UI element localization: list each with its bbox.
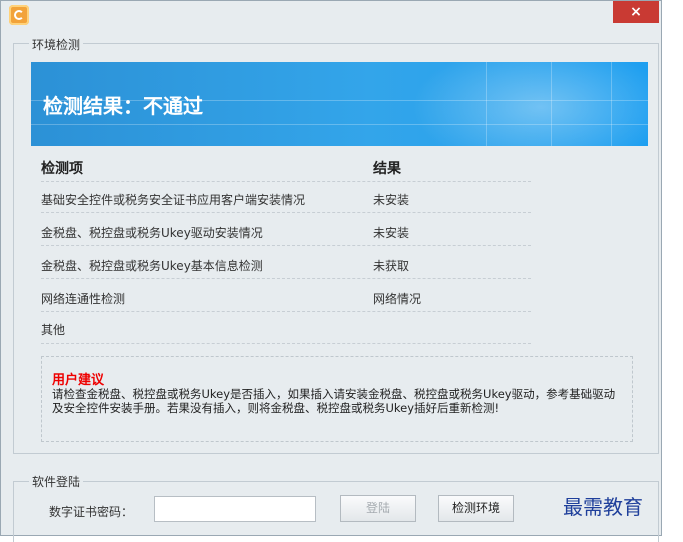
check-result-value: 未安装 <box>373 226 410 240</box>
environment-check-window: × 环境检测 检测结果：不通过 检测项 结果 基础安全控件或税务安全证书应用客户… <box>0 0 662 542</box>
result-banner: 检测结果：不通过 <box>31 62 648 146</box>
row-divider <box>41 311 531 312</box>
row-divider <box>41 181 531 182</box>
suggestion-title: 用户建议 <box>52 373 105 388</box>
row-divider <box>41 278 531 279</box>
certificate-password-input[interactable] <box>154 496 316 522</box>
column-header-item: 检测项 <box>41 161 83 177</box>
suggestion-text: 请检查金税盘、税控盘或税务Ukey是否插入，如果插入请安装金税盘、税控盘或税务U… <box>52 387 616 415</box>
check-result-value: 网络情况 <box>373 292 422 306</box>
check-result-value: 未安装 <box>373 193 410 207</box>
row-divider <box>41 343 531 344</box>
login-legend: 软件登陆 <box>29 473 84 490</box>
row-divider <box>41 212 531 213</box>
env-check-legend: 环境检测 <box>29 36 84 53</box>
title-bar: × <box>1 1 661 31</box>
check-result-title: 检测结果：不通过 <box>43 94 203 118</box>
check-result-value: 未获取 <box>373 259 410 273</box>
check-item-label: 金税盘、税控盘或税务Ukey驱动安装情况 <box>41 226 263 240</box>
column-header-result: 结果 <box>373 161 401 177</box>
login-button[interactable]: 登陆 <box>340 495 416 522</box>
user-suggestion-box: 用户建议 请检查金税盘、税控盘或税务Ukey是否插入，如果插入请安装金税盘、税控… <box>41 356 633 442</box>
watermark-text: 最需教育 <box>563 495 643 519</box>
row-divider <box>41 245 531 246</box>
certificate-password-label: 数字证书密码： <box>49 505 134 519</box>
check-item-label: 其他 <box>41 323 66 337</box>
app-logo-icon <box>9 5 29 25</box>
close-button[interactable]: × <box>613 1 659 23</box>
check-item-label: 网络连通性检测 <box>41 292 126 306</box>
check-environment-button[interactable]: 检测环境 <box>438 495 514 522</box>
check-item-label: 金税盘、税控盘或税务Ukey基本信息检测 <box>41 259 263 273</box>
check-item-label: 基础安全控件或税务安全证书应用客户端安装情况 <box>41 193 306 207</box>
